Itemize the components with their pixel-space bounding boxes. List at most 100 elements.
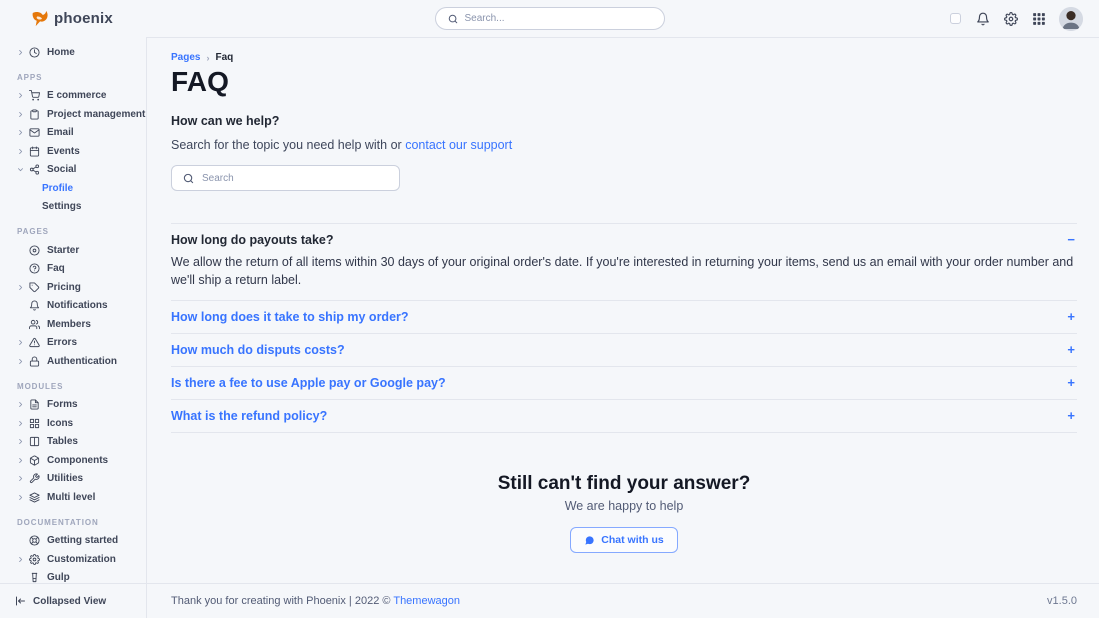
chevron-right-icon: [17, 494, 24, 501]
sidebar-item-starter[interactable]: Starter: [0, 241, 146, 260]
collapsed-view-label: Collapsed View: [33, 596, 106, 607]
avatar-image: [1059, 7, 1083, 31]
sidebar-item-label: Social: [47, 164, 76, 175]
sidebar-item-label: Gulp: [47, 572, 70, 583]
cta-title: Still can't find your answer?: [171, 473, 1077, 495]
sidebar-item-getting-started[interactable]: Getting started: [0, 532, 146, 551]
brand-logo-link[interactable]: phoenix: [30, 9, 113, 28]
breadcrumb-link-pages[interactable]: Pages: [171, 52, 200, 63]
sidebar-item-gulp[interactable]: Gulp: [0, 569, 146, 584]
collapse-arrow-icon: [14, 595, 26, 607]
sidebar-item-label: Home: [47, 47, 75, 58]
sidebar-item-authentication[interactable]: Authentication: [0, 352, 146, 371]
faq-question[interactable]: How long does it take to ship my order? +: [171, 301, 1077, 333]
user-avatar[interactable]: [1059, 7, 1083, 31]
sidebar-item-components[interactable]: Components: [0, 451, 146, 470]
file-text-icon: [29, 399, 42, 410]
sidebar-item-label: Forms: [47, 399, 78, 410]
layers-icon: [29, 492, 42, 503]
sidebar-item-utilities[interactable]: Utilities: [0, 470, 146, 489]
theme-toggle-icon: [950, 13, 961, 24]
sidebar-subitem-settings[interactable]: Settings: [0, 198, 146, 217]
faq-search[interactable]: [171, 165, 400, 191]
main-content: Pages › Faq FAQ How can we help? Search …: [147, 37, 1099, 618]
footer-credit: Thank you for creating with Phoenix | 20…: [171, 595, 460, 607]
sidebar-item-forms[interactable]: Forms: [0, 396, 146, 415]
phoenix-logo-icon: [30, 9, 49, 28]
global-search[interactable]: [435, 7, 665, 30]
help-text: Search for the topic you need help with …: [171, 138, 1077, 152]
faq-page: Pages › Faq FAQ How can we help? Search …: [147, 38, 1099, 583]
sidebar-item-project-management[interactable]: Project management: [0, 105, 146, 124]
faq-question-text: How long do payouts take?: [171, 233, 334, 247]
faq-search-input[interactable]: [202, 173, 388, 184]
chevron-right-icon: [17, 457, 24, 464]
faq-question[interactable]: How much do disputs costs?+: [171, 334, 1077, 366]
faq-question[interactable]: How long do payouts take? −: [171, 224, 1077, 250]
cta-subtitle: We are happy to help: [171, 499, 1077, 513]
app-launcher-button[interactable]: [1031, 11, 1047, 27]
brand-name: phoenix: [54, 10, 113, 27]
sidebar-item-multi-level[interactable]: Multi level: [0, 488, 146, 507]
tag-icon: [29, 282, 42, 293]
sidebar-item-label: Project management: [47, 109, 145, 120]
chevron-right-icon: [17, 438, 24, 445]
plus-icon[interactable]: +: [1067, 311, 1075, 323]
settings-icon: [29, 554, 42, 565]
sidebar-item-label: Events: [47, 146, 80, 157]
sidebar-item-home[interactable]: Home: [0, 43, 146, 62]
sidebar-item-faq[interactable]: Faq: [0, 260, 146, 279]
contact-support-link[interactable]: contact our support: [405, 138, 512, 152]
sidebar-item-notifications[interactable]: Notifications: [0, 297, 146, 316]
collapsed-view-toggle[interactable]: Collapsed View: [0, 583, 146, 618]
chat-with-us-button[interactable]: Chat with us: [570, 527, 677, 553]
bell-icon: [976, 12, 990, 26]
sidebar-item-errors[interactable]: Errors: [0, 334, 146, 353]
sidebar-item-label: Notifications: [47, 300, 108, 311]
plus-icon[interactable]: +: [1067, 377, 1075, 389]
settings-button[interactable]: [1003, 11, 1019, 27]
gulp-icon: [29, 572, 42, 583]
sidebar-item-pricing[interactable]: Pricing: [0, 278, 146, 297]
sidebar-item-icons[interactable]: Icons: [0, 414, 146, 433]
plus-icon[interactable]: +: [1067, 410, 1075, 422]
sidebar-item-label: Errors: [47, 337, 77, 348]
faq-question[interactable]: What is the refund policy?+: [171, 400, 1077, 432]
sidebar-item-label: Multi level: [47, 492, 95, 503]
sidebar-item-customization[interactable]: Customization: [0, 550, 146, 569]
notifications-button[interactable]: [975, 11, 991, 27]
faq-question-text: How long does it take to ship my order?: [171, 310, 409, 324]
theme-toggle[interactable]: [947, 11, 963, 27]
sidebar-nav: HomeAPPSE commerceProject managementEmai…: [0, 37, 146, 583]
chat-bubble-icon: [584, 535, 595, 546]
sidebar-section-label-modules: MODULES: [0, 382, 146, 391]
sidebar-subitem-profile[interactable]: Profile: [0, 179, 146, 198]
sidebar: HomeAPPSE commerceProject managementEmai…: [0, 37, 147, 618]
page-title: FAQ: [171, 66, 1077, 98]
global-search-input[interactable]: [465, 13, 652, 24]
sidebar-item-e-commerce[interactable]: E commerce: [0, 87, 146, 106]
gear-icon: [1004, 12, 1018, 26]
sidebar-item-tables[interactable]: Tables: [0, 433, 146, 452]
faq-item-what-is-the-refund-policy: What is the refund policy?+: [171, 399, 1077, 433]
help-text-plain: Search for the topic you need help with …: [171, 138, 402, 152]
chevron-right-icon: [17, 339, 24, 346]
faq-item-is-there-a-fee-to-use-apple-pay-or-google-pay: Is there a fee to use Apple pay or Googl…: [171, 366, 1077, 399]
chevron-right-icon: [17, 129, 24, 136]
minus-icon[interactable]: −: [1067, 234, 1075, 246]
sidebar-item-label: Getting started: [47, 535, 118, 546]
sidebar-item-members[interactable]: Members: [0, 315, 146, 334]
chevron-right-icon: [17, 284, 24, 291]
breadcrumb-current: Faq: [215, 52, 233, 63]
themewagon-link[interactable]: Themewagon: [393, 595, 460, 607]
tool-icon: [29, 473, 42, 484]
plus-icon[interactable]: +: [1067, 344, 1075, 356]
grid-icon: [29, 418, 42, 429]
faq-question[interactable]: Is there a fee to use Apple pay or Googl…: [171, 367, 1077, 399]
lock-icon: [29, 356, 42, 367]
sidebar-item-events[interactable]: Events: [0, 142, 146, 161]
sidebar-item-social[interactable]: Social: [0, 161, 146, 180]
sidebar-item-email[interactable]: Email: [0, 124, 146, 143]
bell-icon: [29, 300, 42, 311]
share-icon: [29, 164, 42, 175]
